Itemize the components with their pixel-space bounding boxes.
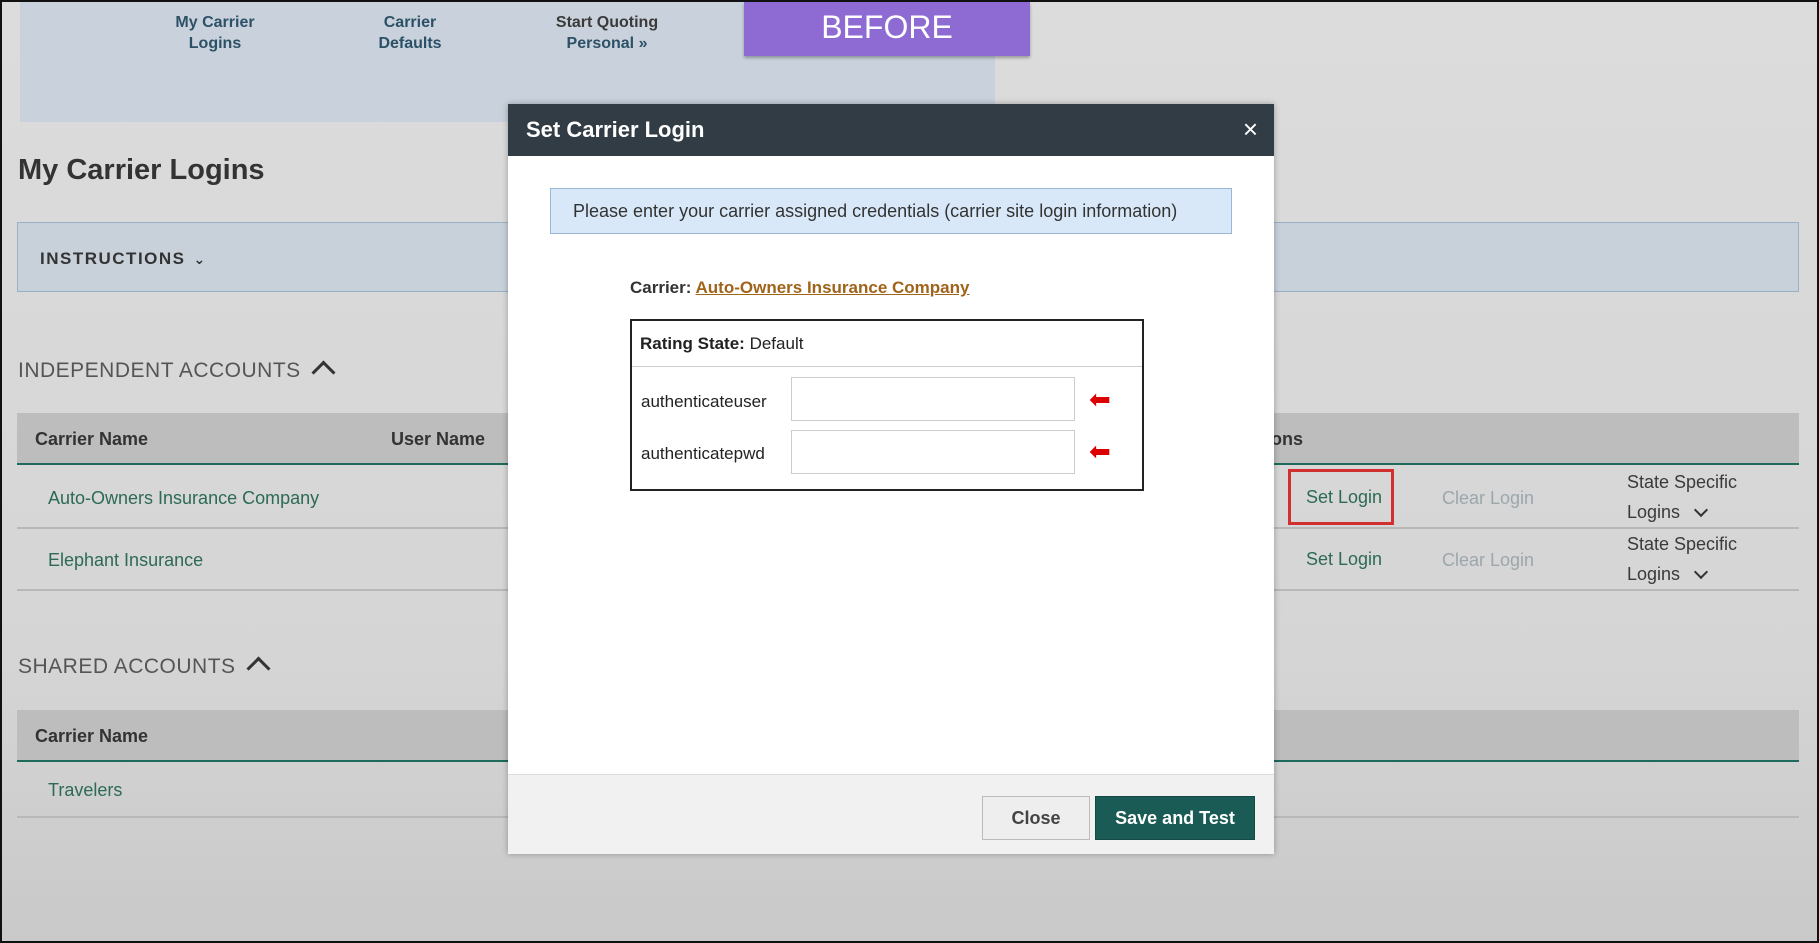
carrier-name-link[interactable]: Elephant Insurance [48,550,203,571]
state-specific-line2: Logins [1627,502,1681,522]
instructions-toggle[interactable]: INSTRUCTIONS ⌄ [40,249,207,269]
set-login-highlight [1288,469,1394,525]
carrier-line: Carrier: Auto-Owners Insurance Company [630,278,969,298]
before-banner: BEFORE [744,2,1030,56]
authenticatepwd-label: authenticatepwd [641,444,765,463]
modal-title: Set Carrier Login [526,117,705,142]
save-and-test-button[interactable]: Save and Test [1095,796,1255,840]
nav-label-line2: Logins [188,35,242,52]
carrier-name-link[interactable]: Auto-Owners Insurance Company [48,488,319,509]
nav-label-line2: Defaults [378,35,442,52]
set-carrier-login-modal: Set Carrier Login × Please enter your ca… [508,104,1274,854]
set-login-link[interactable]: Set Login [1306,549,1382,570]
nav-label-line1: My Carrier [175,14,255,31]
nav-label-line2: Personal » [566,35,648,52]
nav-my-carrier-logins[interactable]: My Carrier Logins [150,12,280,54]
column-header-carrier-name: Carrier Name [35,726,149,746]
nav-label-line1: Carrier [383,14,437,31]
nav-carrier-defaults[interactable]: Carrier Defaults [345,12,475,54]
chevron-down-icon [1693,502,1709,518]
column-header-actions: ons [1271,429,1304,449]
chevron-down-icon [1693,564,1709,580]
shared-accounts-header[interactable]: SHARED ACCOUNTS [18,655,271,681]
chevron-up-icon [246,656,271,681]
section-title: SHARED ACCOUNTS [18,655,236,678]
instructions-label: INSTRUCTIONS [40,249,186,268]
column-header-user-name: User Name [391,429,486,449]
state-specific-logins-dropdown[interactable]: State Specific Logins [1627,529,1737,589]
independent-accounts-header[interactable]: INDEPENDENT ACCOUNTS [18,359,336,385]
rating-state-value: Default [749,334,804,353]
carrier-name-link[interactable]: Auto-Owners Insurance Company [696,278,970,297]
close-icon[interactable]: × [1243,114,1258,145]
modal-footer: Close Save and Test [508,774,1274,854]
arrow-left-icon: ⬅ [1089,436,1111,466]
chevron-down-icon: ⌄ [193,251,207,267]
state-specific-logins-dropdown[interactable]: State Specific Logins [1627,467,1737,527]
rating-state: Rating State: Default [632,321,1142,367]
carrier-label: Carrier: [630,278,692,297]
state-specific-line1: State Specific [1627,472,1738,492]
credentials-box: Rating State: Default authenticateuser ⬅… [630,319,1144,491]
column-header-carrier-name: Carrier Name [35,429,149,449]
chevron-up-icon [311,360,336,385]
carrier-name-link[interactable]: Travelers [48,780,122,801]
authenticateuser-input[interactable] [791,377,1075,421]
rating-state-label: Rating State: [640,334,745,353]
nav-label-line1: Start Quoting [555,14,659,31]
info-message: Please enter your carrier assigned crede… [550,188,1232,234]
close-button[interactable]: Close [982,796,1090,840]
page-background: My Carrier Logins Carrier Defaults Start… [0,0,1819,943]
state-specific-line1: State Specific [1627,534,1738,554]
authenticatepwd-input[interactable] [791,430,1075,474]
clear-login-link[interactable]: Clear Login [1442,488,1534,509]
authenticateuser-label: authenticateuser [641,392,767,411]
modal-header: Set Carrier Login × [508,104,1274,156]
page-title: My Carrier Logins [18,154,265,186]
state-specific-line2: Logins [1627,564,1681,584]
section-title: INDEPENDENT ACCOUNTS [18,359,301,382]
nav-start-quoting-personal[interactable]: Start Quoting Personal » [532,12,682,54]
clear-login-link[interactable]: Clear Login [1442,550,1534,571]
arrow-left-icon: ⬅ [1089,384,1111,414]
